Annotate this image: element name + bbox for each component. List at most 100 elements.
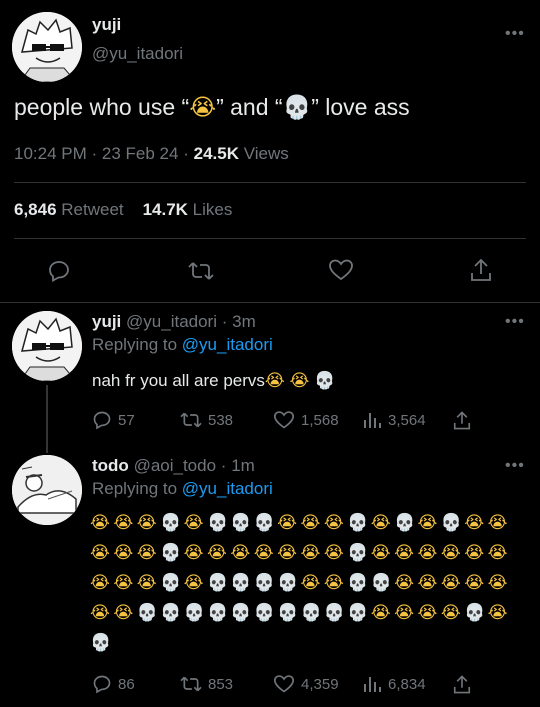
meta-separator: · [220, 456, 227, 475]
skull-emoji-icon: 💀 [206, 603, 229, 623]
skull-emoji-icon: 💀 [230, 513, 252, 533]
retweets-label: Retweet [61, 200, 124, 219]
handle[interactable]: @aoi_todo [134, 456, 217, 475]
views-button[interactable]: 6,834 [362, 674, 426, 694]
crying-emoji-icon: 😭 [440, 543, 461, 563]
handle[interactable]: @yu_itadori [126, 312, 217, 331]
crying-emoji-icon: 😭 [487, 573, 508, 593]
views-count: 6,834 [388, 675, 426, 693]
display-name[interactable]: todo [92, 456, 129, 475]
share-button[interactable] [452, 410, 472, 431]
tweet-text-part: people who use “ [14, 94, 190, 120]
retweet-button[interactable] [188, 259, 214, 283]
avatar[interactable] [12, 455, 82, 525]
crying-emoji-icon: 😭 [136, 513, 157, 533]
reply-text: nah fr you all are pervs😭 😭 💀 [92, 371, 335, 391]
more-icon[interactable]: ••• [505, 313, 525, 331]
views-icon [364, 677, 381, 692]
retweets-stat[interactable]: 6,846 Retweet [14, 200, 124, 219]
skull-emoji-icon: 💀 [464, 603, 486, 623]
replying-to-label: Replying to [92, 479, 178, 498]
replying-to: Replying to @yu_itadori [92, 479, 273, 499]
crying-emoji-icon: 😭 [264, 371, 285, 391]
crying-emoji-icon: 😭 [370, 543, 391, 563]
tweet-date[interactable]: 23 Feb 24 [102, 144, 179, 163]
crying-emoji-icon: 😭 [113, 543, 134, 563]
share-icon [453, 411, 471, 430]
skull-emoji-icon: 💀 [394, 513, 416, 533]
retweet-icon [188, 262, 214, 280]
display-name[interactable]: yuji [92, 312, 121, 331]
like-button[interactable]: 1,568 [273, 410, 339, 430]
meta-separator: · [183, 144, 189, 163]
crying-emoji-icon: 😭 [289, 371, 310, 391]
skull-emoji-icon: 💀 [230, 603, 252, 623]
divider [14, 238, 526, 239]
crying-emoji-icon: 😭 [464, 513, 485, 533]
crying-emoji-icon: 😭 [189, 95, 217, 121]
retweet-icon [180, 412, 202, 428]
crying-emoji-icon: 😭 [300, 513, 321, 533]
reply-button[interactable] [47, 259, 71, 283]
skull-emoji-icon: 💀 [253, 603, 275, 623]
crying-emoji-icon: 😭 [417, 543, 438, 563]
reply-button[interactable]: 86 [92, 674, 135, 694]
likes-count: 14.7K [142, 200, 188, 219]
reply-icon [93, 675, 111, 694]
retweet-button[interactable]: 853 [180, 674, 233, 694]
retweet-button[interactable]: 538 [180, 410, 233, 430]
skull-emoji-icon: 💀 [230, 573, 252, 593]
share-icon [453, 675, 471, 694]
like-icon [329, 259, 353, 281]
emoji-text: 😭 😭 😭 💀 😭 💀 💀 💀 😭 😭 😭 💀 😭 💀 😭 💀 😭 😭 😭 😭 😭 💀 😭 😭 😭 😭 😭 😭 😭 💀 😭 😭 😭 😭 😭 😭 😭 😭 😭 💀… [90, 512, 520, 655]
avatar-image-icon [12, 12, 82, 82]
crying-emoji-icon: 😭 [417, 573, 438, 593]
share-button[interactable] [469, 257, 493, 283]
tweet-time[interactable]: 10:24 PM [14, 144, 87, 163]
divider [0, 302, 540, 303]
skull-emoji-icon: 💀 [206, 513, 229, 533]
crying-emoji-icon: 😭 [394, 603, 414, 623]
tweet-text-part: ” and “ [216, 94, 283, 120]
skull-emoji-icon: 💀 [160, 513, 182, 533]
reply-time[interactable]: 1m [231, 456, 255, 475]
likes-stat[interactable]: 14.7K Likes [143, 200, 233, 219]
share-button[interactable] [452, 674, 472, 695]
reply-time[interactable]: 3m [232, 312, 256, 331]
crying-emoji-icon: 😭 [90, 513, 110, 533]
reply-text-body: nah fr you all are pervs [92, 371, 265, 390]
avatar[interactable] [12, 12, 82, 82]
more-icon[interactable]: ••• [505, 457, 525, 475]
retweets-count: 6,846 [14, 200, 57, 219]
more-icon[interactable]: ••• [505, 25, 525, 43]
skull-emoji-icon: 💀 [253, 573, 275, 593]
reply-button[interactable]: 57 [92, 410, 135, 430]
crying-emoji-icon: 😭 [183, 543, 204, 563]
replying-to-link[interactable]: @yu_itadori [182, 335, 273, 354]
reply-icon [49, 261, 69, 283]
display-name[interactable]: yuji [92, 15, 121, 35]
crying-emoji-icon: 😭 [113, 603, 134, 623]
like-button[interactable] [328, 258, 354, 282]
replying-to-link[interactable]: @yu_itadori [182, 479, 273, 498]
crying-emoji-icon: 😭 [136, 573, 157, 593]
crying-emoji-icon: 😭 [183, 513, 204, 533]
tweet-text-part: ” love ass [311, 94, 410, 120]
crying-emoji-icon: 😭 [323, 573, 344, 593]
views-count: 24.5K [193, 144, 239, 163]
crying-emoji-icon: 😭 [90, 543, 110, 563]
tweet-text: people who use “😭” and “💀” love ass [14, 94, 410, 121]
crying-emoji-icon: 😭 [300, 543, 321, 563]
skull-emoji-icon: 💀 [440, 513, 463, 533]
like-button[interactable]: 4,359 [273, 674, 339, 694]
avatar-image-icon [12, 311, 82, 381]
crying-emoji-icon: 😭 [487, 603, 508, 623]
skull-emoji-icon: 💀 [183, 603, 205, 623]
handle[interactable]: @yu_itadori [92, 44, 183, 64]
avatar[interactable] [12, 311, 82, 381]
skull-emoji-icon: 💀 [277, 573, 299, 593]
divider [14, 182, 526, 183]
views-button[interactable]: 3,564 [362, 410, 426, 430]
crying-emoji-icon: 😭 [90, 573, 110, 593]
crying-emoji-icon: 😭 [277, 543, 297, 563]
